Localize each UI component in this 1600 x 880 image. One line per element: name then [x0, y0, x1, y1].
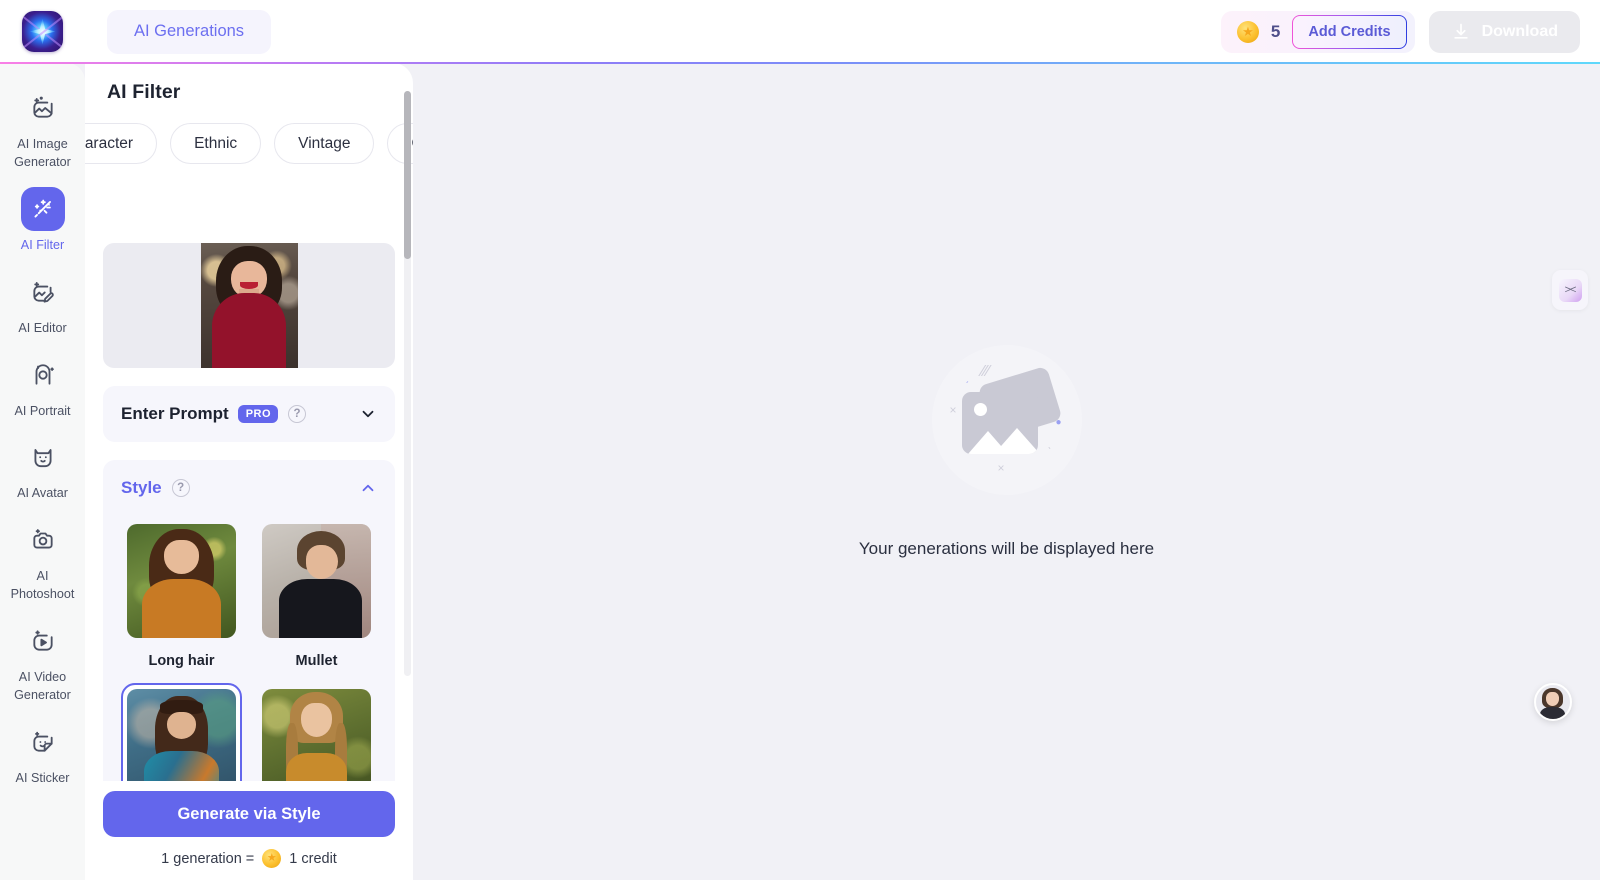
enter-prompt-section: Enter Prompt PRO ?	[103, 386, 395, 442]
sidebar-item-ai-avatar[interactable]: AI Avatar	[0, 426, 85, 509]
sidebar-item-ai-editor[interactable]: AI Editor	[0, 261, 85, 344]
style-label: Mullet	[295, 653, 338, 669]
style-option-long-hair[interactable]: Long hair	[121, 518, 242, 669]
sidebar-item-ai-portrait[interactable]: AI Portrait	[0, 344, 85, 427]
preview-thumbnail	[200, 243, 298, 368]
sidebar-label: AI Photoshoot	[10, 569, 75, 602]
style-label: Long hair	[148, 653, 215, 669]
image-stack-placeholder-icon: × ● × ● ˊ ˋ ˋ × ∕∕∕	[931, 344, 1082, 495]
sparkle-icon: ×	[949, 402, 957, 417]
chevron-down-icon[interactable]	[359, 405, 377, 423]
sidebar-label: AI Image Generator	[14, 137, 71, 169]
sidebar-label: AI Editor	[18, 320, 67, 335]
enter-prompt-title: Enter Prompt	[121, 404, 229, 423]
chip-character[interactable]: Character	[85, 123, 158, 164]
sticker-smile-icon	[21, 720, 65, 764]
assistant-avatar-icon[interactable]	[1534, 683, 1572, 721]
credits-count: 5	[1270, 21, 1281, 41]
sidebar-item-ai-image-generator[interactable]: AI Image Generator	[0, 77, 85, 178]
header-gradient-divider	[0, 62, 1600, 64]
question-mark-icon[interactable]: ?	[288, 405, 307, 423]
panel-footer: Generate via Style 1 generation = ★ 1 cr…	[85, 781, 413, 880]
sidebar-item-ai-video-generator[interactable]: AI Video Generator	[0, 610, 85, 711]
credit-cost-note: 1 generation = ★ 1 credit	[103, 849, 395, 868]
style-thumbnail	[127, 524, 236, 638]
coin-icon: ★	[262, 849, 282, 868]
sidebar-label: AI Avatar	[17, 486, 68, 501]
placeholder-card-front	[961, 391, 1038, 454]
nav-ai-generations[interactable]: AI Generations	[107, 9, 272, 54]
add-credits-label: Add Credits	[1308, 23, 1391, 40]
sparkle-icon: ˋ	[1047, 444, 1052, 459]
star-spark-logo-icon[interactable]	[22, 11, 63, 52]
magic-wand-icon	[20, 186, 65, 231]
chip-label: Classic	[411, 135, 413, 153]
download-label: Download	[1481, 22, 1558, 40]
style-option-mullet[interactable]: Mullet	[256, 518, 377, 669]
app-root: AI Generations ★ 5 Add Credits Download	[0, 0, 1600, 880]
sparkle-icon: ×	[997, 460, 1005, 475]
chip-vintage[interactable]: Vintage	[274, 123, 375, 164]
cat-avatar-icon	[21, 435, 65, 479]
portrait-frame-icon	[21, 353, 65, 397]
left-sidebar: AI Image Generator AI Filter AI Editor A…	[0, 63, 85, 880]
collapse-panel-icon[interactable]: ><	[1552, 270, 1588, 310]
coin-icon: ★	[1236, 20, 1259, 43]
sidebar-item-ai-sticker[interactable]: AI Sticker	[0, 711, 85, 794]
sidebar-label: AI Filter	[20, 237, 65, 252]
camera-sparkle-icon	[21, 518, 65, 562]
panel-scrollbar-track[interactable]	[404, 91, 411, 676]
category-chip-row[interactable]: Character Ethnic Vintage Classic	[85, 123, 413, 164]
chevron-up-icon[interactable]	[359, 479, 377, 497]
question-mark-icon[interactable]: ?	[171, 479, 190, 497]
sidebar-label: AI Sticker	[15, 770, 70, 785]
panel-scroll-area[interactable]: Enter Prompt PRO ? Style ? Long hair Mul…	[85, 233, 413, 870]
sidebar-item-ai-filter[interactable]: AI Filter	[0, 178, 85, 261]
chip-ethnic[interactable]: Ethnic	[170, 123, 262, 164]
ai-filter-panel: AI Filter Character Ethnic Vintage Class…	[85, 63, 413, 880]
chip-label: Ethnic	[194, 134, 238, 152]
empty-state-text: Your generations will be displayed here	[858, 538, 1155, 558]
style-thumbnail	[262, 524, 371, 638]
play-sparkle-icon	[21, 619, 65, 663]
generate-via-style-button[interactable]: Generate via Style	[103, 791, 395, 837]
uploaded-image-preview[interactable]	[103, 243, 395, 368]
add-credits-button[interactable]: Add Credits	[1292, 15, 1406, 49]
header-actions: ★ 5 Add Credits Download	[1220, 10, 1580, 53]
sparkle-icon: ∕∕∕	[981, 362, 990, 380]
generations-canvas: × ● × ● ˊ ˋ ˋ × ∕∕∕ Your generations wil…	[413, 65, 1600, 880]
download-button[interactable]: Download	[1428, 10, 1580, 53]
panel-scrollbar-thumb[interactable]	[404, 91, 411, 259]
credit-note-suffix: 1 credit	[289, 850, 337, 867]
credit-note-prefix: 1 generation =	[161, 850, 255, 867]
style-title: Style	[121, 478, 162, 497]
image-sparkle-icon	[21, 86, 65, 130]
sidebar-item-ai-photoshoot[interactable]: AI Photoshoot	[0, 509, 85, 610]
pro-badge: PRO	[237, 405, 279, 423]
style-header[interactable]: Style ?	[103, 460, 395, 516]
empty-state: × ● × ● ˊ ˋ ˋ × ∕∕∕ Your generations wil…	[858, 344, 1155, 559]
chip-label: Vintage	[298, 134, 351, 152]
panel-title: AI Filter	[107, 81, 181, 103]
download-icon	[1451, 22, 1471, 42]
credits-box: ★ 5 Add Credits	[1220, 10, 1415, 53]
sidebar-label: AI Video Generator	[14, 670, 71, 702]
sparkle-icon: ˊ	[965, 380, 969, 392]
chip-label: Character	[85, 134, 134, 152]
sidebar-label: AI Portrait	[14, 403, 71, 418]
nav-ai-generations-label: AI Generations	[134, 22, 245, 40]
collapse-glyph: ><	[1558, 278, 1582, 302]
top-header: AI Generations ★ 5 Add Credits Download	[0, 0, 1600, 63]
image-pencil-icon	[21, 270, 65, 314]
enter-prompt-header[interactable]: Enter Prompt PRO ?	[103, 386, 395, 442]
